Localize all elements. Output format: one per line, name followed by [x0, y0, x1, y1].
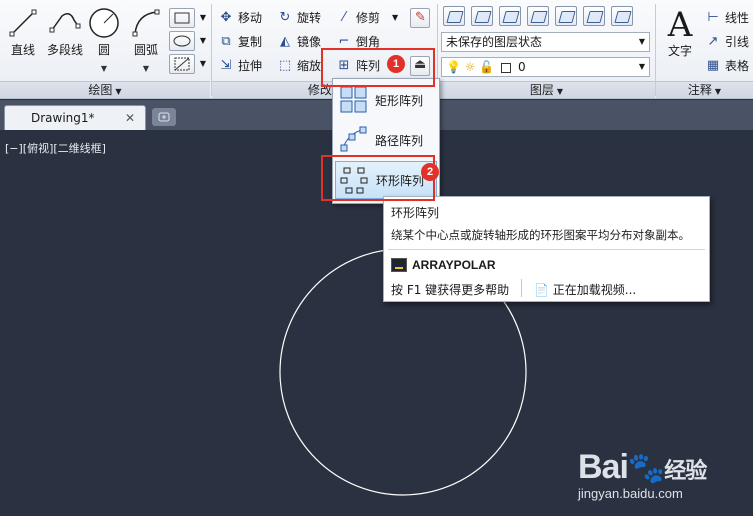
scale-icon: ⬚	[278, 58, 292, 73]
leader-button[interactable]: ↗ 引线	[705, 32, 749, 52]
polyline-tool[interactable]: 多段线	[44, 6, 86, 57]
sun-icon: ☼	[464, 60, 476, 74]
scale-button[interactable]: ⬚ 缩放	[277, 56, 321, 76]
path-array-icon	[339, 125, 369, 155]
layer-match-icon[interactable]	[499, 6, 521, 26]
draw-panel-title[interactable]: 绘图 ▼	[0, 81, 210, 98]
arc-icon	[129, 6, 163, 40]
tooltip-title: 环形阵列	[391, 206, 440, 220]
new-tab-button[interactable]	[152, 108, 176, 126]
baidu-watermark: Bai🐾经验 jingyan.baidu.com	[578, 448, 707, 501]
copy-icon: ⧉	[221, 34, 231, 49]
line-tool[interactable]: 直线	[3, 6, 43, 57]
annotation-panel-title[interactable]: 注释 ▼	[656, 81, 753, 98]
step-badge-1: 1	[387, 55, 405, 73]
highlight-polar-array	[321, 155, 435, 201]
arc-label: 圆弧	[133, 43, 158, 57]
video-icon: 📄	[534, 283, 549, 297]
tab-drawing1[interactable]: Drawing1* ✕	[4, 105, 146, 130]
bulb-icon: 💡	[446, 60, 461, 74]
line-label: 直线	[10, 43, 35, 57]
watermark-brand2: 经验	[664, 458, 707, 483]
layer-off-icon[interactable]	[527, 6, 549, 26]
stretch-button[interactable]: ⇲ 拉伸	[218, 56, 262, 76]
new-tab-icon	[158, 112, 170, 122]
layer-isolate-icon[interactable]	[471, 6, 493, 26]
polyline-label: 多段线	[46, 43, 83, 57]
rotate-button[interactable]: ↻ 旋转	[277, 8, 321, 28]
mirror-icon: ◭	[280, 34, 290, 49]
line-icon	[6, 6, 40, 40]
lock-icon: 🔓	[479, 60, 495, 74]
chevron-down-icon[interactable]: ▼	[143, 64, 149, 73]
erase-button[interactable]: ✎	[410, 8, 430, 28]
leader-icon: ↗	[707, 34, 719, 49]
circle-label: 圆	[97, 43, 110, 57]
highlight-array-button	[321, 48, 435, 87]
circle-icon	[87, 6, 121, 40]
watermark-url: jingyan.baidu.com	[578, 486, 683, 501]
step-badge-2: 2	[421, 163, 439, 181]
layer-lock-icon[interactable]	[583, 6, 605, 26]
rectangle-icon	[174, 12, 190, 24]
polar-array-tooltip: 环形阵列 绕某个中心点或旋转轴形成的环形图案平均分布对象副本。 ARRAYPOL…	[383, 196, 710, 302]
layer-properties-icon[interactable]	[443, 6, 465, 26]
layer-freeze-icon[interactable]	[555, 6, 577, 26]
ellipse-icon	[173, 35, 191, 47]
rotate-icon: ↻	[279, 10, 291, 25]
hatch-icon	[174, 57, 190, 71]
chevron-down-icon[interactable]: ▼	[200, 13, 206, 22]
chevron-down-icon[interactable]: ▼	[200, 36, 206, 45]
text-tool[interactable]: A 文字	[660, 6, 700, 58]
trim-icon: ⁄	[342, 10, 346, 25]
brush-icon: ✎	[415, 10, 426, 25]
hatch-button[interactable]: ▼	[169, 31, 206, 51]
move-button[interactable]: ✥ 移动	[218, 8, 262, 28]
menu-item-path-array[interactable]: 路径阵列	[335, 121, 437, 159]
tooltip-description: 绕某个中心点或旋转轴形成的环形图案平均分布对象副本。	[391, 228, 690, 242]
rectangle-button[interactable]: ▼	[169, 8, 206, 28]
tooltip-help: 按 F1 键获得更多帮助	[391, 283, 510, 297]
color-swatch	[501, 62, 512, 73]
table-button[interactable]: ▦ 表格	[705, 56, 749, 76]
arc-tool[interactable]: 圆弧 ▼	[126, 6, 166, 73]
tooltip-command: ARRAYPOLAR	[412, 258, 496, 272]
linear-dim-icon: ⊢	[707, 10, 719, 25]
table-icon: ▦	[706, 58, 720, 73]
chevron-down-icon[interactable]: ▼	[200, 59, 206, 68]
chevron-down-icon[interactable]: ▼	[101, 64, 107, 73]
text-a-icon: A	[667, 5, 693, 45]
layer-walk-icon[interactable]	[611, 6, 633, 26]
watermark-brand: Bai	[578, 448, 629, 486]
rect-array-icon	[339, 85, 369, 115]
layer-state-select[interactable]: 未保存的图层状态 ▼	[441, 32, 650, 52]
trim-button[interactable]: ⁄ 修剪 ▼	[336, 8, 398, 28]
current-layer-select[interactable]: 💡 ☼ 🔓 0 ▼	[441, 57, 650, 77]
close-icon[interactable]: ✕	[125, 106, 135, 130]
move-icon: ✥	[220, 10, 232, 25]
tooltip-video: 📄 正在加载视频...	[534, 283, 637, 297]
command-icon	[391, 258, 407, 272]
paw-icon: 🐾	[627, 452, 665, 485]
polyline-icon	[48, 6, 82, 40]
circle-tool[interactable]: 圆 ▼	[84, 6, 124, 73]
stretch-icon: ⇲	[220, 58, 232, 73]
layers-panel-title[interactable]: 图层 ▼	[438, 81, 655, 98]
mirror-button[interactable]: ◭ 镜像	[277, 32, 321, 52]
linear-dim-button[interactable]: ⊢ 线性	[705, 8, 749, 28]
text-label: 文字	[667, 44, 692, 58]
region-button[interactable]: ▼	[169, 54, 206, 74]
copy-button[interactable]: ⧉ 复制	[218, 32, 262, 52]
